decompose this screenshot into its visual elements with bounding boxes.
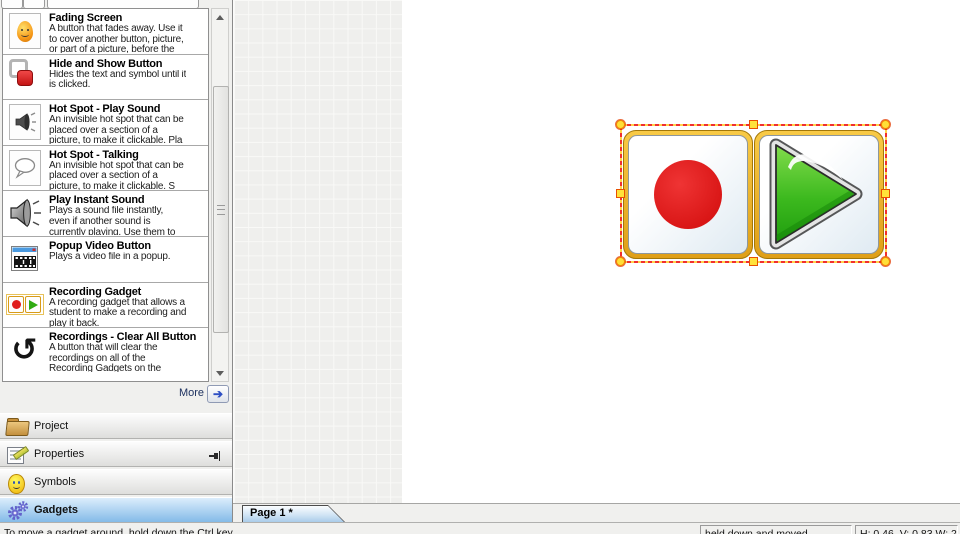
gadget-title: Play Instant Sound — [49, 193, 175, 206]
tab-label: Properties — [34, 448, 84, 460]
page-tab-bar: Page 1 * — [233, 503, 960, 522]
app-window: Fading Screen A button that fades away. … — [0, 0, 960, 534]
gadget-title: Recordings - Clear All Button — [49, 330, 196, 343]
selection-handle-bottom-left[interactable] — [616, 257, 625, 266]
gadget-description: Plays a sound file instantly, even if an… — [49, 206, 175, 235]
canvas-grid-margin — [234, 0, 402, 503]
selection-handle-bottom-right[interactable] — [881, 257, 890, 266]
gadget-description: An invisible hot spot that can be placed… — [49, 161, 184, 190]
gadget-description: A button that will clear the recordings … — [49, 343, 196, 372]
gadget-title: Recording Gadget — [49, 285, 186, 298]
selection-handle-top[interactable] — [749, 120, 758, 129]
selection-handle-top-left[interactable] — [616, 120, 625, 129]
list-item-play-instant-sound[interactable]: Play Instant Sound Plays a sound file in… — [3, 191, 208, 237]
play-triangle-icon — [762, 134, 868, 254]
scroll-down-icon[interactable] — [212, 366, 228, 380]
speaker-icon — [6, 193, 43, 233]
tab-label: Project — [34, 420, 68, 432]
pin-icon[interactable] — [209, 451, 222, 461]
list-item-recording-gadget[interactable]: Recording Gadget A recording gadget that… — [3, 283, 208, 329]
hotspot-sound-icon — [9, 104, 41, 140]
list-item-hide-show-button[interactable]: Hide and Show Button Hides the text and … — [3, 55, 208, 101]
page-tab[interactable]: Page 1 * — [242, 505, 346, 523]
sidebar: Fading Screen A button that fades away. … — [0, 0, 232, 534]
selection-handle-left[interactable] — [616, 189, 625, 198]
hotspot-talking-icon — [9, 150, 41, 186]
more-label: More — [0, 387, 204, 399]
gadget-title: Hot Spot - Play Sound — [49, 102, 184, 115]
gadget-description: An invisible hot spot that can be placed… — [49, 115, 184, 144]
status-middle-panel: held down and moved — [700, 525, 852, 534]
gadget-description: A recording gadget that allows a student… — [49, 298, 186, 327]
recording-gadget-icon — [6, 285, 43, 325]
gadget-description: Plays a video file in a popup. — [49, 252, 170, 281]
properties-icon — [6, 445, 30, 465]
list-scrollbar[interactable] — [211, 8, 229, 382]
status-bar: To move a gadget around, hold down the C… — [0, 522, 960, 534]
tab-label: Symbols — [34, 476, 76, 488]
selection-handle-bottom[interactable] — [749, 257, 758, 266]
list-item-recordings-clear-all[interactable]: ↺ Recordings - Clear All Button A button… — [3, 328, 208, 374]
arrow-right-icon: ➔ — [213, 387, 223, 401]
tab-label: Gadgets — [34, 504, 78, 516]
smiley-icon — [6, 473, 30, 493]
folder-icon — [6, 417, 30, 437]
list-item-hotspot-talking[interactable]: Hot Spot - Talking An invisible hot spot… — [3, 146, 208, 192]
scrollbar-thumb[interactable] — [213, 86, 229, 333]
popup-video-icon — [6, 239, 43, 279]
selection-handle-top-right[interactable] — [881, 120, 890, 129]
selection-handle-right[interactable] — [881, 189, 890, 198]
gadget-description: A button that fades away. Use it to cove… — [49, 24, 184, 53]
list-item-fading-screen[interactable]: Fading Screen A button that fades away. … — [3, 9, 208, 55]
sidebar-tab-gadgets[interactable]: Gadgets — [0, 497, 232, 523]
fading-screen-icon — [9, 13, 41, 49]
more-button[interactable]: ➔ — [207, 385, 229, 403]
gadget-title: Fading Screen — [49, 11, 184, 24]
gadget-title: Hot Spot - Talking — [49, 148, 184, 161]
list-item-popup-video-button[interactable]: Popup Video Button Plays a video file in… — [3, 237, 208, 283]
sidebar-tab-project[interactable]: Project — [0, 413, 232, 439]
record-circle-icon — [654, 160, 722, 229]
page-tab-label: Page 1 * — [250, 507, 293, 519]
clear-recordings-icon: ↺ — [6, 330, 43, 370]
gears-icon — [6, 501, 30, 521]
status-coordinates: H: 0.46, V: 0.83 W: 2.08, H: 2.08 — [855, 525, 958, 534]
gadget-list: Fading Screen A button that fades away. … — [2, 8, 209, 382]
sidebar-tab-symbols[interactable]: Symbols — [0, 469, 232, 495]
scroll-up-icon[interactable] — [212, 10, 228, 24]
gadget-description: Hides the text and symbol until it is cl… — [49, 70, 186, 99]
list-item-hotspot-play-sound[interactable]: Hot Spot - Play Sound An invisible hot s… — [3, 100, 208, 146]
hide-show-icon — [6, 57, 43, 91]
sidebar-tab-properties[interactable]: Properties — [0, 441, 232, 467]
gadget-title: Popup Video Button — [49, 239, 170, 252]
status-hint-text: To move a gadget around, hold down the C… — [4, 527, 233, 534]
gadget-title: Hide and Show Button — [49, 57, 186, 70]
